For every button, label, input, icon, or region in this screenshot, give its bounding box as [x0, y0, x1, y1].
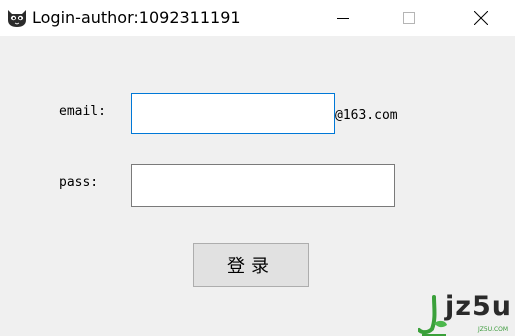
cat-app-icon — [8, 10, 26, 27]
email-input[interactable] — [131, 93, 335, 134]
watermark-brand: jz5u — [445, 291, 512, 322]
login-window: Login-author:1092311191 email: @163.com … — [0, 0, 515, 336]
maximize-icon — [403, 12, 415, 24]
minimize-button[interactable] — [320, 0, 366, 36]
leaf-icon — [418, 295, 447, 336]
minimize-icon — [337, 18, 349, 19]
close-icon — [474, 11, 488, 25]
maximize-button[interactable] — [386, 0, 432, 36]
watermark-sub: JZ5U.COM — [478, 326, 509, 333]
login-button[interactable]: 登录 — [193, 243, 309, 287]
title-bar: Login-author:1092311191 — [0, 0, 515, 36]
watermark-logo: jz5u JZ5U.COM — [418, 291, 513, 336]
email-domain-suffix: @163.com — [335, 108, 398, 123]
pass-label: pass: — [59, 175, 99, 190]
close-button[interactable] — [458, 0, 504, 36]
password-input[interactable] — [131, 164, 395, 207]
email-label: email: — [59, 104, 106, 119]
window-title: Login-author:1092311191 — [32, 8, 241, 27]
